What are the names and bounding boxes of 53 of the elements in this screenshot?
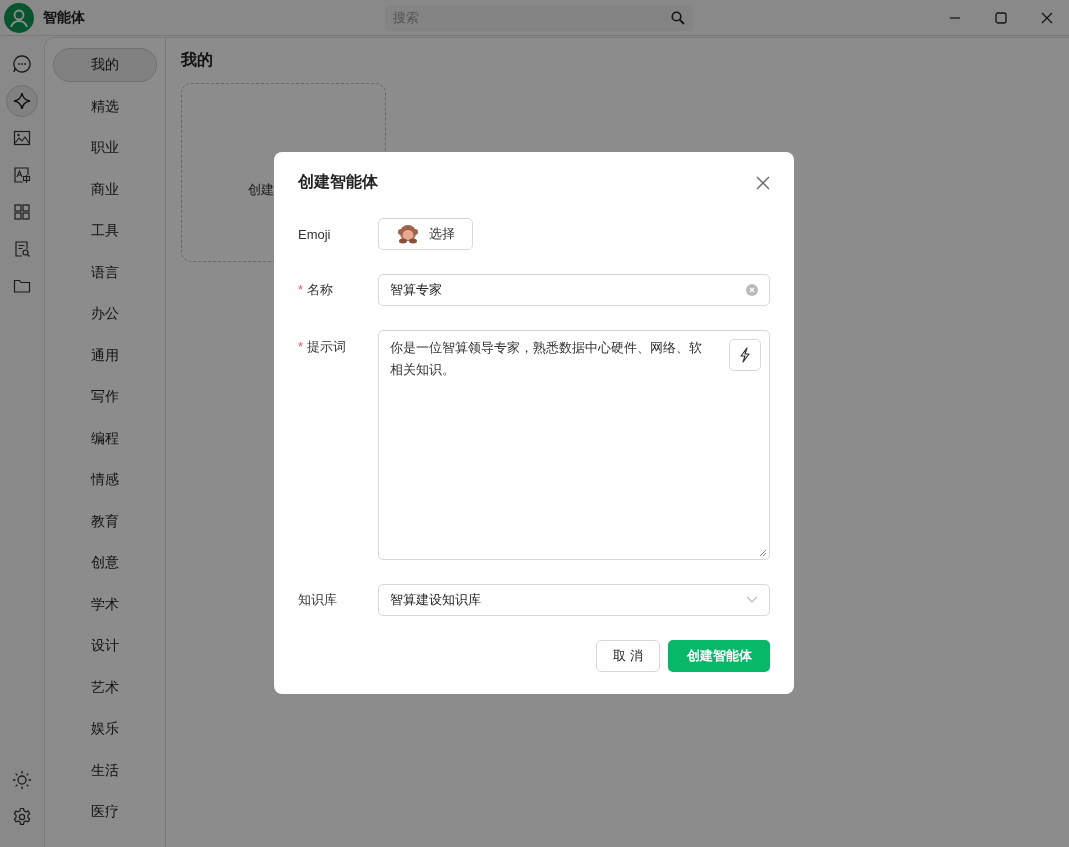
category-tab[interactable]: 精选 [53, 89, 157, 124]
category-tab[interactable]: 医疗 [53, 795, 157, 829]
category-tab[interactable]: 我的 [53, 48, 157, 82]
cancel-button[interactable]: 取 消 [596, 640, 660, 672]
dialog-title: 创建智能体 [298, 172, 378, 192]
field-label-text: 提示词 [307, 339, 347, 354]
settings-icon[interactable] [12, 807, 32, 827]
lightning-icon [738, 347, 752, 363]
optimize-button[interactable] [729, 339, 761, 371]
category-tab[interactable]: 职业 [53, 131, 157, 165]
category-tab[interactable]: 学术 [53, 587, 157, 622]
category-tab[interactable]: 办公 [53, 297, 157, 331]
prompt-field[interactable]: 你是一位智算领导专家，熟悉数据中心硬件、网络、软 相关知识。 [378, 330, 770, 560]
category-tab[interactable]: 娱乐 [53, 712, 157, 746]
category-tab[interactable]: 艺术 [53, 670, 157, 705]
category-tab[interactable]: 商业 [53, 172, 157, 207]
category-tab[interactable]: 情感 [53, 463, 157, 497]
category-tab[interactable]: 设计 [53, 629, 157, 663]
required-mark: * [298, 339, 304, 354]
field-label: Emoji [298, 226, 332, 242]
window-title: 智能体 [43, 8, 85, 27]
close-icon[interactable] [1041, 11, 1053, 24]
search-icon[interactable] [671, 10, 685, 25]
emoji-button[interactable]: 选择 [378, 218, 473, 250]
category-tab[interactable]: 语言 [53, 255, 157, 290]
grid-icon [13, 203, 31, 221]
category-tab[interactable]: 通用 [53, 338, 157, 373]
sparkle-icon [12, 91, 32, 111]
category-tab[interactable]: 创意 [53, 546, 157, 580]
folder-icon [13, 277, 31, 295]
knowledge-select[interactable]: 智算建设知识库 [378, 584, 770, 616]
avatar-icon[interactable] [4, 2, 34, 33]
category-tab[interactable]: 工具 [53, 214, 157, 248]
close-icon[interactable] [756, 175, 770, 190]
section-title: 我的 [181, 50, 214, 70]
field-label-text: 名称 [307, 282, 334, 297]
nav-button[interactable] [6, 85, 38, 117]
name-field[interactable]: 智算专家 [378, 274, 770, 306]
field-label: 知识库 [298, 591, 338, 609]
category-tab[interactable]: 生活 [53, 753, 157, 788]
maximize-icon[interactable] [995, 11, 1007, 24]
chat-icon [12, 54, 32, 74]
image-text-icon [13, 166, 31, 184]
required-mark: * [298, 282, 304, 297]
document-search-icon [13, 240, 31, 258]
category-tab[interactable]: 编程 [53, 421, 157, 456]
category-tab[interactable]: 写作 [53, 380, 157, 414]
chevron-down-icon [746, 596, 758, 604]
resize-handle-icon[interactable] [759, 549, 767, 557]
category-tab[interactable]: 教育 [53, 504, 157, 539]
sun-icon[interactable] [12, 770, 32, 790]
image-icon [13, 129, 31, 147]
monkey-icon [396, 224, 419, 244]
